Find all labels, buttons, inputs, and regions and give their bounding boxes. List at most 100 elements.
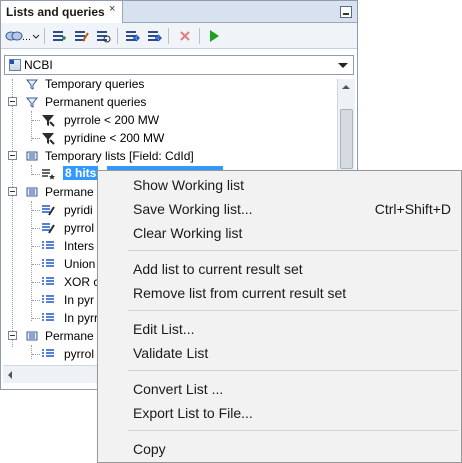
tree-guide [32,264,40,265]
tab-close-icon[interactable]: × [109,3,115,15]
menu-item-validate-list[interactable]: Validate List [98,341,461,365]
tree-node-label: pyridine < 200 MW [64,131,165,145]
source-dropdown-value: NCBI [24,58,53,72]
menu-item-copy[interactable]: Copy [98,437,461,461]
tree-guide [32,246,40,247]
tree-node-label: Permane [45,185,94,199]
query-folder-icon [25,79,39,91]
edit-list-icon[interactable] [73,28,89,44]
minimize-icon[interactable] [340,6,352,18]
tree-node-label: Permane [45,329,94,343]
menu-item-export-list[interactable]: Export List to File... [98,401,461,425]
new-list-icon[interactable] [51,28,67,44]
query-folder-icon [25,95,39,109]
menu-separator [128,310,458,311]
menu-item-label: Export List to File... [133,405,253,421]
menu-item-label: Show Working list [133,177,245,193]
context-menu: Show Working list Save Working list... C… [97,170,462,463]
edit-list-icon [41,221,55,235]
run-icon[interactable] [206,28,222,44]
menu-item-label: Validate List [133,345,209,361]
tree-node-temporary-queries[interactable]: Temporary queries [3,79,333,93]
menu-item-label: Clear Working list [133,225,243,241]
link-dropdown-icon[interactable]: … [5,28,31,44]
tree-node-query-pyrrole[interactable]: pyrrole < 200 MW [3,111,333,129]
tree-guide [32,354,40,355]
scroll-up-icon[interactable] [342,85,350,89]
tree-guide [32,210,40,211]
chevron-down-icon[interactable] [32,28,40,44]
scrollbar-thumb[interactable] [340,109,353,169]
list-folder-icon [25,149,39,163]
tree-guide [32,120,40,121]
menu-item-remove-list[interactable]: Remove list from current result set [98,281,461,305]
list-icon [41,347,55,361]
list-icon [41,311,55,325]
menu-item-edit-list[interactable]: Edit List... [98,317,461,341]
list-icon [41,257,55,271]
menu-item-label: Copy [133,441,166,457]
collapse-icon[interactable] [8,331,17,340]
tree-node-query-pyridine[interactable]: pyridine < 200 MW [3,129,333,147]
menu-item-label: Edit List... [133,321,195,337]
tab-bar: Lists and queries × [1,1,357,23]
menu-separator [128,370,458,371]
move-list-alt-icon[interactable] [146,28,162,44]
list-icon [41,239,55,253]
menu-item-add-list[interactable]: Add list to current result set [98,257,461,281]
tree-guide [32,174,40,175]
tree-node-permanent-queries[interactable]: Permanent queries [3,93,333,111]
menu-item-label: Remove list from current result set [133,285,347,301]
menu-item-save-working-list[interactable]: Save Working list... Ctrl+Shift+D [98,197,461,221]
query-icon [41,113,55,127]
edit-list-icon [41,203,55,217]
delete-icon[interactable] [177,28,193,44]
tree-guide [32,318,40,319]
collapse-icon[interactable] [8,187,17,196]
query-icon [41,131,55,145]
menu-item-label: Add list to current result set [133,261,303,277]
source-dropdown[interactable]: NCBI [4,55,354,75]
menu-item-clear-working-list[interactable]: Clear Working list [98,221,461,245]
tree-node-label: pyridi [64,203,93,217]
tree-node-label: In pyr [64,293,95,307]
menu-separator [128,430,458,431]
list-folder-icon [25,329,39,343]
move-list-icon[interactable] [124,28,140,44]
list-settings-icon[interactable] [95,28,111,44]
tree-node-temporary-lists[interactable]: Temporary lists [Field: CdId] [3,147,333,165]
toolbar-separator [199,28,200,44]
tree-node-label: In pyrr [64,311,99,325]
scroll-left-icon[interactable] [8,371,12,379]
tree-node-label: XOR c [64,275,100,289]
app-window: Lists and queries × … NCBI Temporary que… [0,0,462,463]
tree-guide [32,228,40,229]
collapse-icon[interactable] [8,151,17,160]
tree-guide [32,300,40,301]
tree-guide [32,138,40,139]
menu-item-shortcut: Ctrl+Shift+D [374,201,451,217]
collapse-icon[interactable] [8,97,17,106]
tree-node-label: Permanent queries [45,95,147,109]
menu-item-label: Save Working list... [133,201,253,217]
tree-node-label: Union [64,257,96,271]
toolbar-separator [44,28,45,44]
selected-list-label: 8 hits [63,166,99,180]
tree-node-label: Inters [64,239,95,253]
menu-item-show-working-list[interactable]: Show Working list [98,173,461,197]
list-folder-icon [25,185,39,199]
menu-separator [128,250,458,251]
working-list-icon [41,167,55,181]
tree-node-label: pyrrol [64,221,95,235]
tree-node-label: pyrrol [64,347,95,361]
svg-text:…: … [22,33,31,43]
tree-guide [32,282,40,283]
tab-title: Lists and queries [6,5,105,19]
menu-item-label: Convert List ... [133,381,224,397]
tree-node-label: Temporary lists [Field: CdId] [45,149,194,163]
tree-node-label: pyrrole < 200 MW [64,113,160,127]
tab-lists-and-queries[interactable]: Lists and queries × [1,1,123,23]
chevron-down-icon[interactable] [338,63,348,68]
toolbar-separator [168,28,169,44]
menu-item-convert-list[interactable]: Convert List ... [98,377,461,401]
